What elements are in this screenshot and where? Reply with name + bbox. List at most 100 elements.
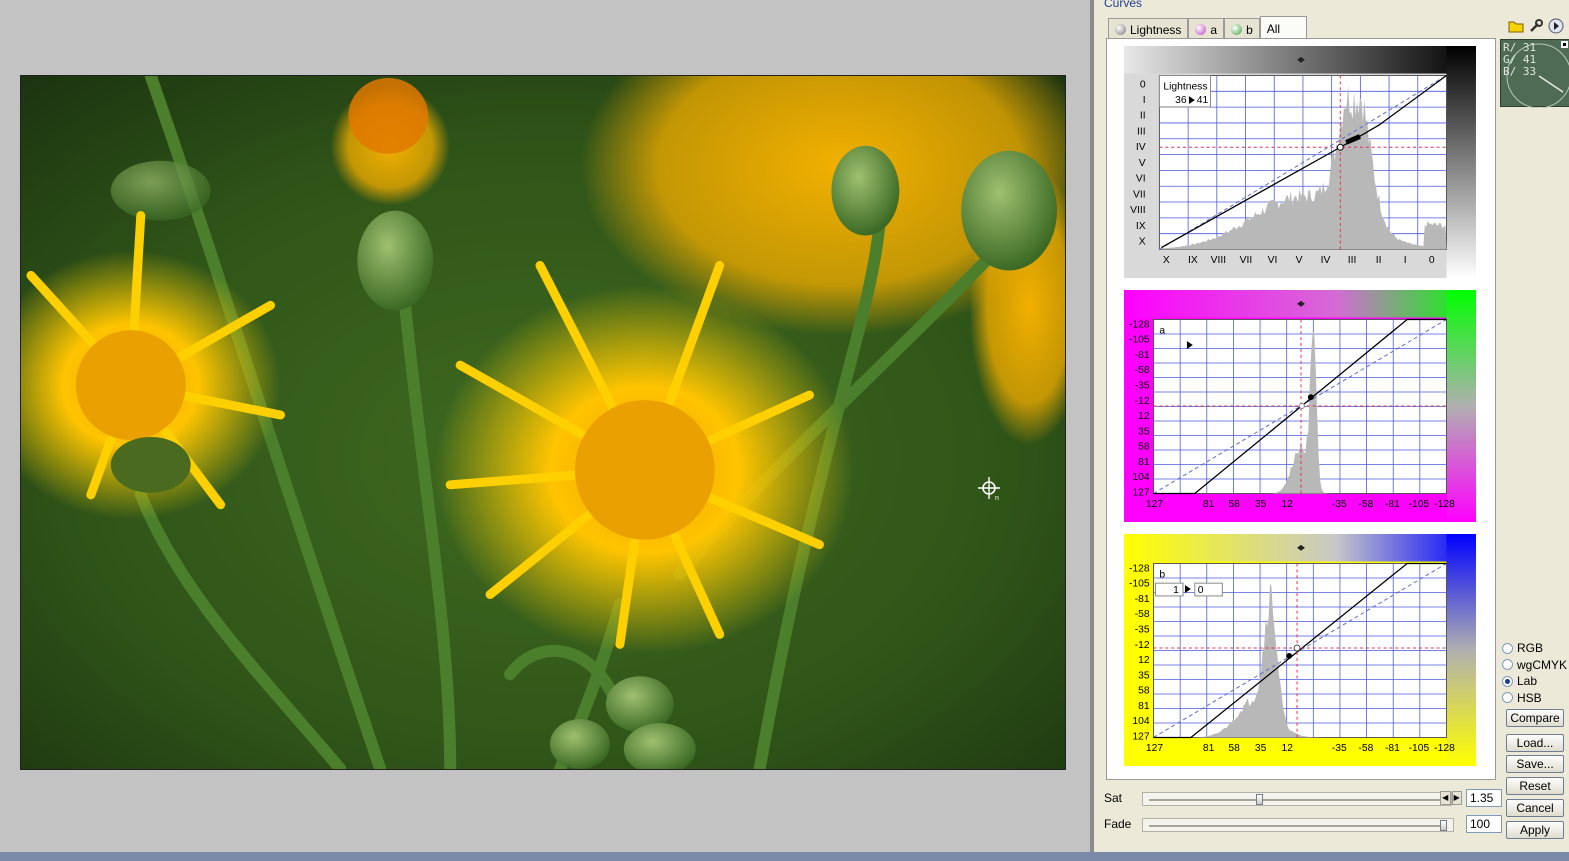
y-tick-label: -35 xyxy=(1135,624,1150,635)
b-control-point[interactable] xyxy=(1286,652,1293,659)
x-tick-label: -58 xyxy=(1358,743,1373,754)
photo-preview[interactable] xyxy=(20,75,1066,770)
x-tick-label: VIII xyxy=(1211,255,1226,266)
fade-slider[interactable] xyxy=(1142,818,1454,832)
sat-label: Sat xyxy=(1104,791,1123,805)
x-tick-label: -128 xyxy=(1434,499,1455,510)
load-button[interactable]: Load... xyxy=(1506,734,1564,752)
y-tick-label: 0 xyxy=(1140,79,1146,90)
b-output-value: 0 xyxy=(1198,585,1204,596)
toolbar-icons xyxy=(1508,18,1564,34)
mode-rgb[interactable]: RGB xyxy=(1502,640,1567,657)
tab-label: All xyxy=(1266,21,1281,36)
a-curve-panel[interactable]: a -128 -105 -81 -58 -35 -12 12 35 58 81 104 127 127… xyxy=(1121,290,1479,522)
radio-indicator xyxy=(1502,642,1513,654)
cancel-button[interactable]: Cancel xyxy=(1506,799,1564,817)
radio-indicator xyxy=(1502,692,1513,704)
x-tick-label: II xyxy=(1376,255,1382,266)
y-tick-label: 81 xyxy=(1138,701,1150,712)
y-tick-label: III xyxy=(1137,126,1146,137)
mode-hsb[interactable]: HSB xyxy=(1502,690,1567,707)
x-tick-label: IV xyxy=(1321,255,1331,266)
y-tick-label: I xyxy=(1143,95,1146,106)
color-mode-group: RGB wgCMYK Lab HSB xyxy=(1502,640,1567,706)
y-tick-label: -12 xyxy=(1135,640,1150,651)
photo-image xyxy=(21,76,1065,769)
reset-button[interactable]: Reset xyxy=(1506,777,1564,795)
sat-spinner[interactable]: ◀ ▶ xyxy=(1440,791,1462,805)
y-tick-label: VIII xyxy=(1130,205,1145,216)
spin-right-icon[interactable]: ▶ xyxy=(1451,791,1462,805)
tab-b[interactable]: b xyxy=(1224,18,1260,38)
x-tick-label: 12 xyxy=(1281,743,1293,754)
a-control-point[interactable] xyxy=(1307,394,1314,401)
lightness-curve-panel[interactable]: Lightness 36 41 0 I II III IV V VI VII VIII IX X X… xyxy=(1121,46,1479,278)
y-tick-label: 104 xyxy=(1132,472,1149,483)
x-tick-label: -128 xyxy=(1434,743,1455,754)
x-tick-label: 35 xyxy=(1255,743,1267,754)
fade-slider-row: Fade 100 xyxy=(1104,815,1504,835)
y-tick-label: -58 xyxy=(1135,609,1150,620)
color-readout-meter: R/ 31 G/ 41 B/ 33 xyxy=(1500,39,1569,108)
meter-values: R/ 31 G/ 41 B/ 33 xyxy=(1503,41,1537,78)
wrench-icon[interactable] xyxy=(1528,18,1544,34)
sat-slider-thumb[interactable] xyxy=(1255,794,1263,805)
sat-slider-row: Sat ◀ ▶ 1.35 xyxy=(1104,789,1504,809)
lightness-dot-icon xyxy=(1115,24,1126,35)
y-tick-label: -35 xyxy=(1135,380,1150,391)
sat-value-field[interactable]: 1.35 xyxy=(1466,789,1502,807)
x-tick-label: -35 xyxy=(1332,499,1347,510)
folder-icon[interactable] xyxy=(1508,18,1524,34)
b-value: 33 xyxy=(1522,65,1537,78)
fade-slider-thumb[interactable] xyxy=(1440,820,1447,831)
curves-container: Lightness 36 41 0 I II III IV V VI VII VIII IX X X… xyxy=(1106,38,1496,780)
a-curve-svg: a -128 -105 -81 -58 -35 -12 12 35 58 81 104 127 127… xyxy=(1124,290,1476,522)
arrow-icon[interactable] xyxy=(1548,18,1564,34)
tab-a[interactable]: a xyxy=(1188,18,1225,38)
x-tick-label: 35 xyxy=(1255,499,1267,510)
compare-button[interactable]: Compare xyxy=(1506,709,1564,727)
y-tick-label: 127 xyxy=(1132,487,1149,498)
y-tick-label: 35 xyxy=(1138,670,1150,681)
y-tick-label: IV xyxy=(1136,142,1146,153)
x-tick-label: 81 xyxy=(1203,743,1215,754)
b-dot-icon xyxy=(1231,24,1243,35)
image-canvas-area: n xyxy=(0,0,1090,861)
app-window: n Curves Lightness a b All R/ 31 G/ 41 B… xyxy=(0,0,1569,861)
fade-value-field[interactable]: 100 xyxy=(1466,815,1502,833)
y-tick-label: 104 xyxy=(1132,716,1149,727)
x-tick-label: -81 xyxy=(1385,499,1400,510)
save-button[interactable]: Save... xyxy=(1506,755,1564,773)
x-tick-label: -105 xyxy=(1409,743,1430,754)
mode-wgcmyk[interactable]: wgCMYK xyxy=(1502,657,1567,674)
spin-left-icon[interactable]: ◀ xyxy=(1440,791,1451,805)
sat-slider[interactable] xyxy=(1142,792,1452,806)
channel-tabs: Lightness a b All xyxy=(1108,16,1308,38)
lightness-input-value: 36 xyxy=(1175,95,1187,106)
y-tick-label: 81 xyxy=(1138,457,1150,468)
y-tick-label: -81 xyxy=(1135,350,1150,361)
y-tick-label: 127 xyxy=(1132,731,1149,742)
apply-button[interactable]: Apply xyxy=(1506,821,1564,839)
mode-lab[interactable]: Lab xyxy=(1502,673,1567,690)
y-tick-label: -81 xyxy=(1135,594,1150,605)
panel-title: Curves xyxy=(1104,0,1143,10)
lightness-output-value: 41 xyxy=(1197,95,1209,106)
x-tick-label: 58 xyxy=(1228,499,1240,510)
x-tick-label: 0 xyxy=(1429,255,1435,266)
b-curve-svg: b 1 0 -128 -105 -81 -58 -35 -12 12 35 58 81 104 127… xyxy=(1124,534,1476,766)
y-tick-label: 12 xyxy=(1138,411,1150,422)
tab-all[interactable]: All xyxy=(1259,16,1308,38)
lightness-control-point[interactable] xyxy=(1336,143,1344,151)
y-tick-label: V xyxy=(1139,158,1146,169)
tab-lightness[interactable]: Lightness xyxy=(1108,18,1189,38)
y-tick-label: X xyxy=(1139,237,1146,248)
y-tick-label: 58 xyxy=(1138,686,1150,697)
b-curve-panel[interactable]: b 1 0 -128 -105 -81 -58 -35 -12 12 35 58 81 104 127… xyxy=(1121,534,1479,766)
x-tick-label: III xyxy=(1348,255,1357,266)
x-tick-label: 12 xyxy=(1281,499,1293,510)
x-tick-label: 81 xyxy=(1203,499,1215,510)
status-bar xyxy=(0,852,1569,861)
b-label: b xyxy=(1159,569,1165,580)
x-tick-label: -81 xyxy=(1385,743,1400,754)
